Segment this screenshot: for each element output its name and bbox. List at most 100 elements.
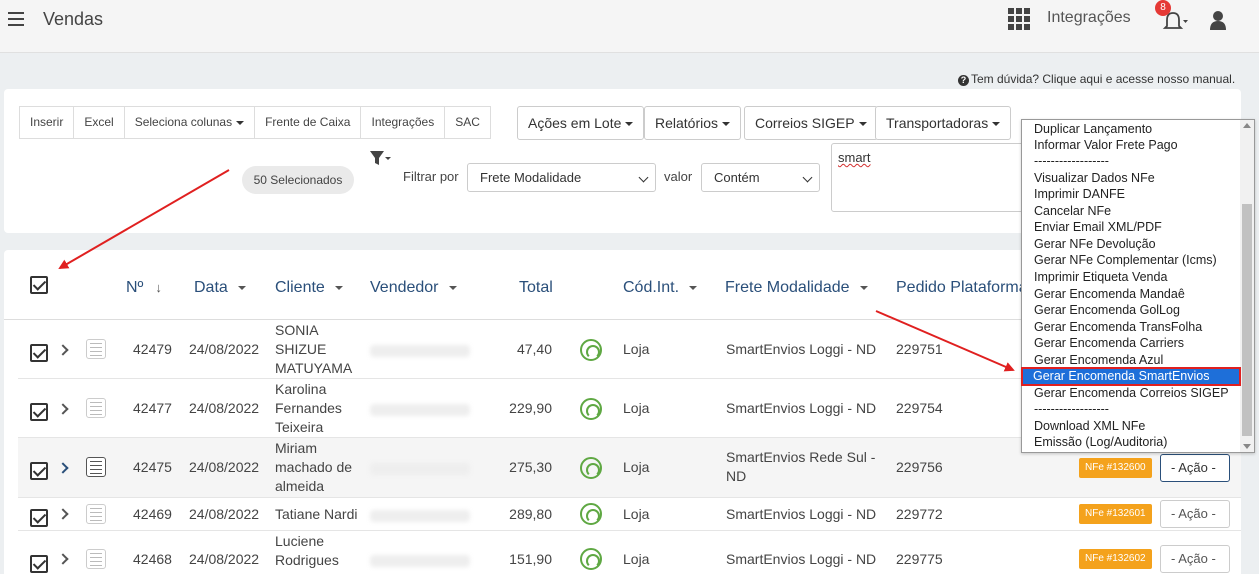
filter-operator-value: Contém <box>714 170 760 185</box>
acao-dropdown-menu: Duplicar Lançamento Informar Valor Frete… <box>1021 119 1255 453</box>
chevron-right-icon[interactable] <box>57 344 69 356</box>
row-pedido: 229756 <box>896 459 943 475</box>
row-checkbox[interactable] <box>30 403 48 421</box>
document-icon[interactable] <box>86 504 106 524</box>
inserir-button[interactable]: Inserir <box>19 106 74 139</box>
notification-badge: 8 <box>1155 0 1171 16</box>
menu-item-imprimir-danfe[interactable]: Imprimir DANFE <box>1034 187 1125 201</box>
menu-item-mandae[interactable]: Gerar Encomenda Mandaê <box>1034 287 1185 301</box>
row-total: 229,90 <box>509 400 552 416</box>
filter-icon[interactable] <box>370 151 392 167</box>
menu-item-transfolha[interactable]: Gerar Encomenda TransFolha <box>1034 320 1202 334</box>
row-frete: SmartEnvios Loggi - ND <box>726 400 877 416</box>
integracoes-button[interactable]: Integrações <box>360 106 445 139</box>
transportadoras-button[interactable]: Transportadoras <box>875 106 1012 140</box>
row-total: 47,40 <box>516 341 552 357</box>
selected-count-badge[interactable]: 50 Selecionados <box>242 166 354 194</box>
row-checkbox[interactable] <box>30 555 48 573</box>
correios-sigep-button[interactable]: Correios SIGEP <box>744 106 878 140</box>
seleciona-colunas-button[interactable]: Seleciona colunas <box>123 106 255 139</box>
col-num[interactable]: Nº ↓ <box>126 279 162 297</box>
menu-item-gollog[interactable]: Gerar Encomenda GolLog <box>1034 303 1180 317</box>
row-num: 42469 <box>133 506 172 522</box>
col-vendedor[interactable]: Vendedor <box>370 279 457 297</box>
excel-button[interactable]: Excel <box>73 106 124 139</box>
nfe-badge[interactable]: NFe #132600 <box>1079 458 1152 478</box>
vendedor-redacted <box>370 555 470 567</box>
menu-item-nfe-devolucao[interactable]: Gerar NFe Devolução <box>1034 237 1156 251</box>
col-pedido-plataforma[interactable]: Pedido Plataforma <box>896 279 1028 297</box>
top-bar: Vendas Integrações 8 <box>0 0 1259 53</box>
acao-button[interactable]: - Ação - <box>1160 500 1230 528</box>
filter-field-select[interactable]: Frete Modalidade <box>467 163 656 192</box>
menu-item-correios-sigep[interactable]: Gerar Encomenda Correios SIGEP <box>1034 386 1229 400</box>
menu-item-cancelar-nfe[interactable]: Cancelar NFe <box>1034 204 1111 218</box>
document-icon[interactable] <box>86 339 106 359</box>
loggi-icon <box>580 339 602 361</box>
row-checkbox[interactable] <box>30 509 48 527</box>
document-icon[interactable] <box>86 398 106 418</box>
select-all-checkbox[interactable] <box>30 276 48 294</box>
filter-search-input[interactable]: smart <box>831 143 1031 212</box>
loggi-icon <box>580 503 602 525</box>
col-data-label: Data <box>194 279 228 296</box>
col-cliente-label: Cliente <box>275 279 325 296</box>
menu-item-imprimir-etiqueta[interactable]: Imprimir Etiqueta Venda <box>1034 270 1167 284</box>
acao-button[interactable]: - Ação - <box>1160 454 1230 482</box>
menu-item-nfe-complementar[interactable]: Gerar NFe Complementar (Icms) <box>1034 253 1217 267</box>
menu-item-carriers[interactable]: Gerar Encomenda Carriers <box>1034 336 1184 350</box>
menu-icon[interactable] <box>8 12 24 26</box>
chevron-right-icon[interactable] <box>57 553 69 565</box>
loggi-icon <box>580 398 602 420</box>
col-total[interactable]: Total <box>519 279 553 297</box>
menu-item-duplicar[interactable]: Duplicar Lançamento <box>1034 122 1152 136</box>
acao-button[interactable]: - Ação - <box>1160 545 1230 573</box>
col-data[interactable]: Data <box>194 279 246 297</box>
help-link[interactable]: ? Tem dúvida? Clique aqui e acesse nosso … <box>958 72 1235 86</box>
dropdown-scrollbar[interactable] <box>1240 120 1254 452</box>
frente-caixa-button[interactable]: Frente de Caixa <box>254 106 361 139</box>
acoes-lote-button[interactable]: Ações em Lote <box>517 106 645 140</box>
scroll-up-icon[interactable] <box>1243 123 1251 128</box>
col-vendedor-label: Vendedor <box>370 279 439 296</box>
row-total: 289,80 <box>509 506 552 522</box>
menu-item-informar-frete[interactable]: Informar Valor Frete Pago <box>1034 138 1178 152</box>
menu-item-visualizar-nfe[interactable]: Visualizar Dados NFe <box>1034 171 1155 185</box>
chevron-right-icon[interactable] <box>57 403 69 415</box>
col-cliente[interactable]: Cliente <box>275 279 343 297</box>
row-checkbox[interactable] <box>30 344 48 362</box>
relatorios-button[interactable]: Relatórios <box>644 106 742 140</box>
chevron-right-icon[interactable] <box>57 508 69 520</box>
table-row[interactable]: 42469 24/08/2022 Tatiane Nardi 289,80 Lo… <box>18 498 1241 531</box>
sac-button[interactable]: SAC <box>444 106 491 139</box>
menu-item-emissao-log[interactable]: Emissão (Log/Auditoria) <box>1034 435 1167 449</box>
user-icon[interactable] <box>1209 10 1227 30</box>
row-num: 42477 <box>133 400 172 416</box>
menu-item-smartenvios-selected[interactable]: Gerar Encomenda SmartEnvios <box>1021 367 1241 386</box>
apps-grid-icon[interactable] <box>1008 8 1030 30</box>
caret-down-icon <box>859 285 868 290</box>
menu-item-download-xml[interactable]: Download XML NFe <box>1034 419 1145 433</box>
chevron-right-icon[interactable] <box>57 462 69 474</box>
seleciona-colunas-label: Seleciona colunas <box>134 115 233 129</box>
scrollbar-thumb[interactable] <box>1242 204 1252 436</box>
page-title: Vendas <box>43 9 104 29</box>
row-cod-int: Loja <box>623 506 650 522</box>
caret-down-icon <box>448 285 457 290</box>
document-icon[interactable] <box>86 549 106 569</box>
document-icon[interactable] <box>86 457 106 477</box>
nfe-badge[interactable]: NFe #132601 <box>1079 504 1152 524</box>
action-button-group: Inserir Excel Seleciona colunas Frente d… <box>19 106 491 139</box>
row-cod-int: Loja <box>623 341 650 357</box>
table-row[interactable]: 42468 24/08/2022 Luciene Rodrigues 151,9… <box>18 531 1241 574</box>
menu-item-enviar-email[interactable]: Enviar Email XML/PDF <box>1034 220 1162 234</box>
filter-operator-select[interactable]: Contém <box>701 163 820 192</box>
scroll-down-icon[interactable] <box>1243 444 1251 449</box>
integracoes-link[interactable]: Integrações <box>1047 9 1131 27</box>
nfe-badge[interactable]: NFe #132602 <box>1079 549 1152 569</box>
row-cliente: SONIA SHIZUE MATUYAMA <box>275 322 353 376</box>
col-cod-int[interactable]: Cód.Int. <box>623 279 698 297</box>
menu-item-azul[interactable]: Gerar Encomenda Azul <box>1034 353 1163 367</box>
row-checkbox[interactable] <box>30 462 48 480</box>
col-frete-modalidade[interactable]: Frete Modalidade <box>725 279 868 297</box>
